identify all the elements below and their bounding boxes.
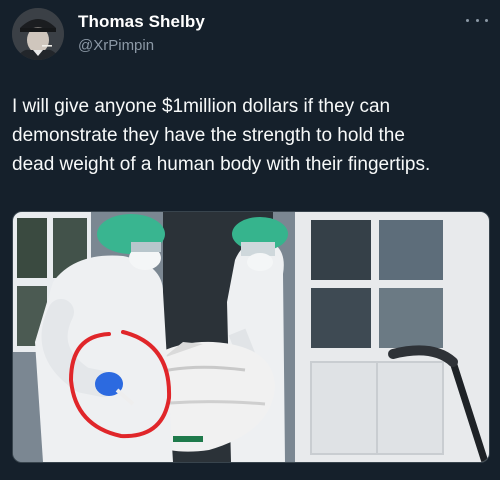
hazmat-photo-icon: [13, 212, 489, 462]
tweet-text-line: demonstrate they have the strength to ho…: [12, 125, 405, 146]
tweet-text-line: dead weight of a human body with their f…: [12, 154, 431, 175]
dot-icon: [475, 18, 479, 22]
dot-icon: [485, 18, 488, 22]
dot-icon: [466, 18, 469, 22]
avatar[interactable]: [12, 8, 64, 60]
author-name[interactable]: Thomas Shelby: [78, 12, 205, 32]
tweet-text: I will give anyone $1million dollars if …: [12, 92, 490, 179]
tweet-text-line: I will give anyone $1million dollars if …: [12, 96, 391, 117]
profile-photo-icon: [12, 8, 64, 60]
tweet-card: Thomas Shelby @XrPimpin I will give anyo…: [0, 0, 500, 480]
tweet-media-image[interactable]: [12, 211, 490, 463]
more-options-icon[interactable]: [466, 14, 488, 26]
author-handle[interactable]: @XrPimpin: [78, 37, 154, 54]
